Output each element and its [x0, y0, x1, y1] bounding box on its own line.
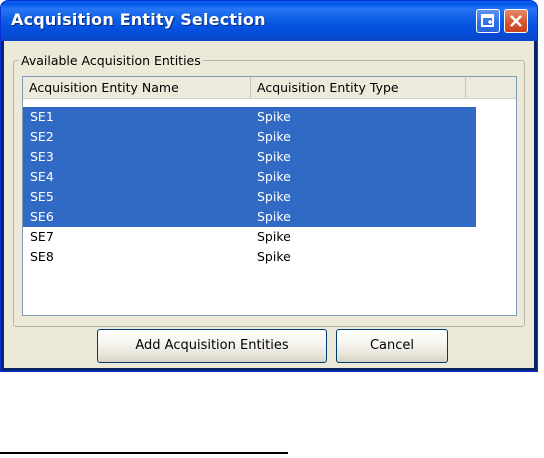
entity-list[interactable]: Acquisition Entity Name Acquisition Enti… — [22, 76, 517, 316]
entity-type: Spike — [257, 129, 291, 144]
dialog-client-area: Available Acquisition Entities Acquisiti… — [4, 41, 534, 368]
entity-type: Spike — [257, 249, 291, 264]
entity-name: SE8 — [30, 249, 54, 264]
window-title: Acquisition Entity Selection — [11, 10, 266, 29]
list-item[interactable]: SE8 Spike — [23, 247, 476, 267]
entity-type: Spike — [257, 109, 291, 124]
cancel-button[interactable]: Cancel — [336, 329, 448, 363]
close-icon — [510, 15, 522, 27]
list-item[interactable]: SE5 Spike — [23, 187, 476, 207]
list-item[interactable]: SE6 Spike — [23, 207, 476, 227]
column-header-empty[interactable] — [466, 77, 516, 98]
entity-name: SE4 — [30, 169, 54, 184]
close-button[interactable] — [504, 9, 528, 33]
horizontal-rule — [0, 452, 288, 454]
entity-name: SE6 — [30, 209, 54, 224]
entity-name: SE7 — [30, 229, 54, 244]
title-bar[interactable]: Acquisition Entity Selection — [1, 1, 537, 41]
dialog-window: Acquisition Entity Selection Available A… — [0, 0, 538, 372]
entity-name: SE1 — [30, 109, 54, 124]
column-header-name[interactable]: Acquisition Entity Name — [23, 77, 251, 98]
entity-type: Spike — [257, 229, 291, 244]
list-item[interactable]: SE7 Spike — [23, 227, 476, 247]
entity-name: SE2 — [30, 129, 54, 144]
list-item[interactable]: SE4 Spike — [23, 167, 476, 187]
column-header-type[interactable]: Acquisition Entity Type — [251, 77, 466, 98]
group-legend: Available Acquisition Entities — [19, 53, 203, 68]
list-header: Acquisition Entity Name Acquisition Enti… — [23, 77, 516, 99]
entity-name: SE5 — [30, 189, 54, 204]
restore-icon — [481, 14, 494, 27]
entity-type: Spike — [257, 189, 291, 204]
list-item[interactable]: SE3 Spike — [23, 147, 476, 167]
entity-name: SE3 — [30, 149, 54, 164]
entity-type: Spike — [257, 169, 291, 184]
restore-button[interactable] — [476, 9, 500, 33]
entity-type: Spike — [257, 149, 291, 164]
list-item[interactable]: SE2 Spike — [23, 127, 476, 147]
add-acquisition-entities-button[interactable]: Add Acquisition Entities — [97, 329, 327, 363]
list-item[interactable]: SE1 Spike — [23, 107, 476, 127]
entity-type: Spike — [257, 209, 291, 224]
